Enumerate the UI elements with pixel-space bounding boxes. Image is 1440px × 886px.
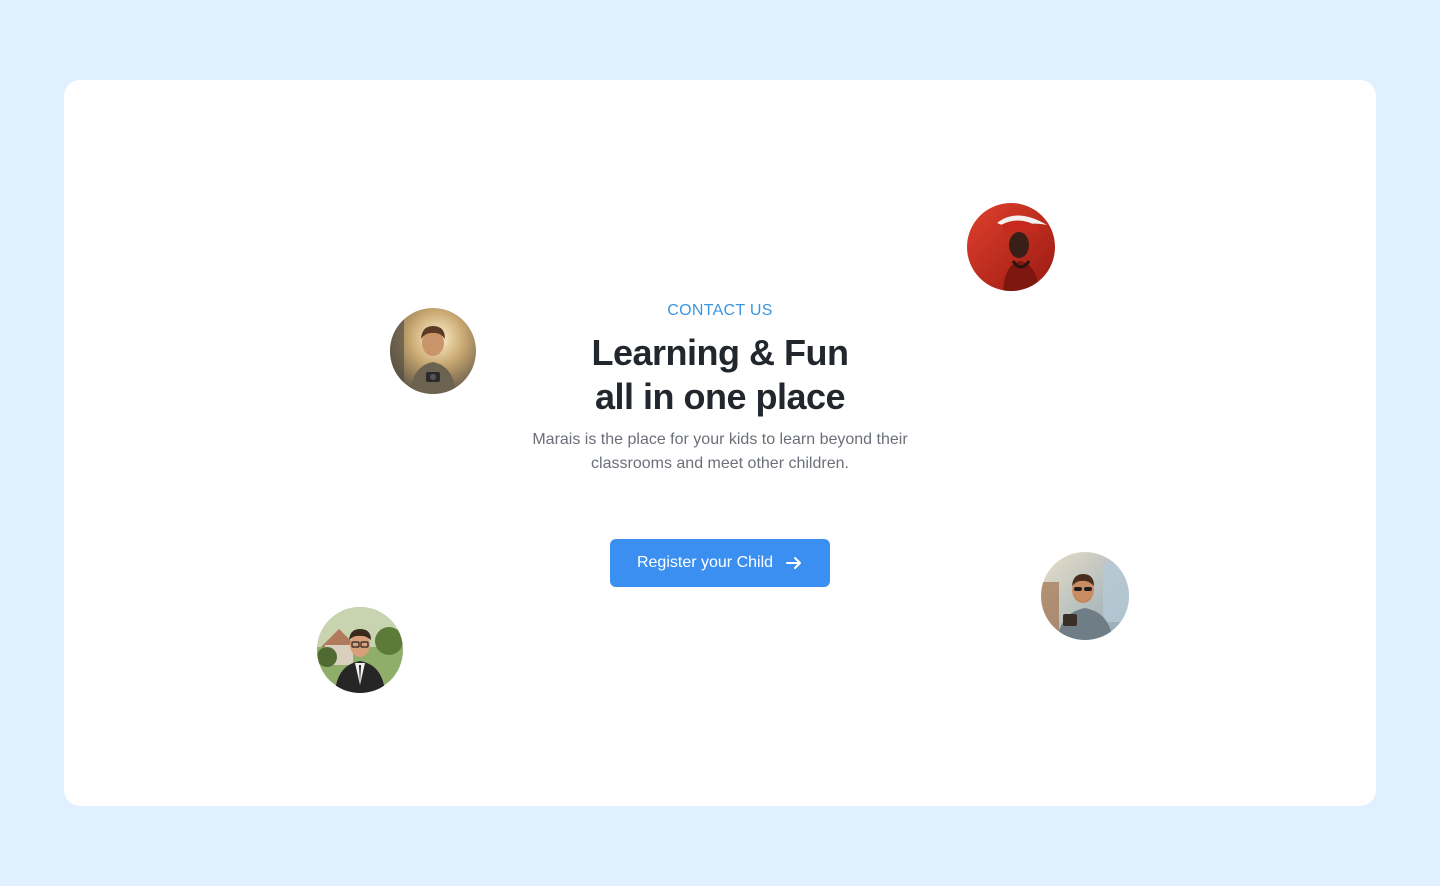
arrow-right-icon (785, 554, 803, 572)
title-line-2: all in one place (594, 376, 846, 417)
avatar-businessman (317, 607, 403, 693)
avatar-sunglasses-man (1041, 552, 1129, 640)
avatar-photographer (390, 308, 476, 394)
register-child-label: Register your Child (636, 554, 774, 571)
avatar-red-hat (967, 203, 1055, 291)
hero-description: Marais is the place for your kids to lea… (532, 431, 908, 472)
page-title: Learning & Fun all in one place (0, 331, 1440, 419)
title-line-1: Learning & Fun (591, 332, 850, 373)
register-child-button[interactable]: Register your Child (610, 539, 830, 587)
section-eyebrow: CONTACT US (667, 302, 773, 319)
